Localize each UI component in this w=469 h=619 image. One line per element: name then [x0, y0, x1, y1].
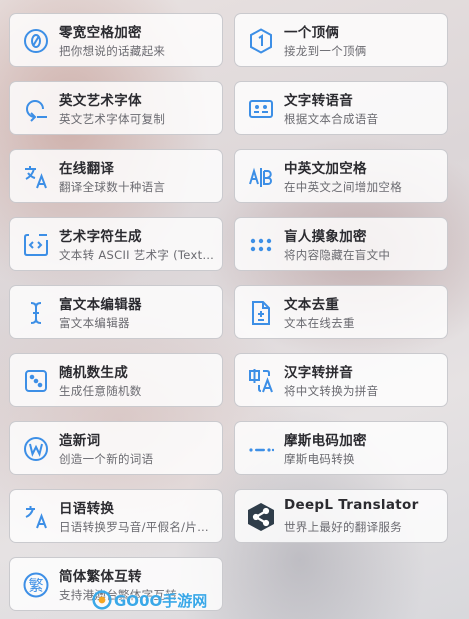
card-desc: 摩斯电码转换 [284, 452, 355, 466]
fan-character-icon: 繁 [23, 572, 49, 598]
card-title: 一个顶俩 [284, 25, 340, 41]
card-desc: 在中英文之间增加空格 [284, 180, 402, 194]
ab-split-icon [248, 164, 274, 190]
card-japanese-convert[interactable]: 日语转换 日语转换罗马音/平假名/片假名 [9, 489, 223, 543]
watermark-text: GO0O手游网 [114, 591, 208, 610]
deepl-logo-icon [248, 503, 274, 531]
card-title: 随机数生成 [59, 365, 128, 381]
card-title: 盲人摸象加密 [284, 229, 367, 245]
card-desc: 世界上最好的翻译服务 [284, 520, 402, 534]
card-deepl-translator[interactable]: DeepL Translator 世界上最好的翻译服务 [234, 489, 448, 543]
card-title: 英文艺术字体 [59, 93, 142, 109]
watermark-logo-icon [92, 590, 112, 610]
chinese-letter-icon [248, 368, 274, 394]
card-title: 日语转换 [59, 501, 115, 517]
card-braille-encrypt[interactable]: 盲人摸象加密 将内容隐藏在盲文中 [234, 217, 448, 271]
card-hanzi-to-pinyin[interactable]: 汉字转拼音 将中文转换为拼音 [234, 353, 448, 407]
card-desc: 把你想说的话藏起来 [59, 44, 166, 58]
card-title: 富文本编辑器 [59, 297, 142, 313]
card-title: 摩斯电码加密 [284, 433, 367, 449]
card-online-translate[interactable]: 在线翻译 翻译全球数十种语言 [9, 149, 223, 203]
card-english-art-font[interactable]: 英文艺术字体 英文艺术字体可复制 [9, 81, 223, 135]
card-desc: 创造一个新的词语 [59, 452, 154, 466]
card-title: 简体繁体互转 [59, 569, 142, 585]
card-title: 文字转语音 [284, 93, 353, 109]
translate-icon [23, 164, 49, 190]
card-coin-word[interactable]: 造新词 创造一个新的词语 [9, 421, 223, 475]
card-text-to-speech[interactable]: 文字转语音 根据文本合成语音 [234, 81, 448, 135]
card-random-number[interactable]: 随机数生成 生成任意随机数 [9, 353, 223, 407]
card-desc: 日语转换罗马音/平假名/片假名 [59, 520, 214, 534]
card-rich-text-editor[interactable]: 富文本编辑器 富文本编辑器 [9, 285, 223, 339]
card-title: 在线翻译 [59, 161, 115, 177]
code-box-icon [23, 232, 49, 258]
tool-grid: 零宽空格加密 把你想说的话藏起来 一个顶俩 接龙到一个顶俩 英文艺术字体 英文艺… [0, 0, 469, 619]
card-morse-encrypt[interactable]: 摩斯电码加密 摩斯电码转换 [234, 421, 448, 475]
card-desc: 将中文转换为拼音 [284, 384, 379, 398]
morse-dash-icon [248, 436, 274, 462]
card-desc: 英文艺术字体可复制 [59, 112, 166, 126]
card-desc: 根据文本合成语音 [284, 112, 379, 126]
card-desc: 接龙到一个顶俩 [284, 44, 367, 58]
file-plus-minus-icon [248, 300, 274, 326]
card-desc: 文本在线去重 [284, 316, 355, 330]
card-one-top-two[interactable]: 一个顶俩 接龙到一个顶俩 [234, 13, 448, 67]
card-cn-en-spacing[interactable]: 中英文加空格 在中英文之间增加空格 [234, 149, 448, 203]
hexagon-one-icon [248, 28, 274, 54]
card-desc: 文本转 ASCII 艺术字 (Text ASCII Art) [59, 248, 214, 262]
card-ascii-art[interactable]: 艺术字符生成 文本转 ASCII 艺术字 (Text ASCII Art) [9, 217, 223, 271]
card-text-dedupe[interactable]: 文本去重 文本在线去重 [234, 285, 448, 339]
fan-glyph: 繁 [28, 577, 43, 595]
card-title: 文本去重 [284, 297, 340, 313]
w-circle-icon [23, 436, 49, 462]
card-desc: 生成任意随机数 [59, 384, 142, 398]
card-title: 中英文加空格 [284, 161, 367, 177]
zero-slash-icon [23, 28, 49, 54]
braille-dots-icon [248, 232, 274, 258]
subtitles-icon [248, 96, 274, 122]
card-desc: 将内容隐藏在盲文中 [284, 248, 391, 262]
japanese-translate-icon [23, 504, 49, 530]
rotate-arrow-icon [23, 96, 49, 122]
card-title: 造新词 [59, 433, 101, 449]
card-title: 汉字转拼音 [284, 365, 353, 381]
card-title: 艺术字符生成 [59, 229, 142, 245]
card-desc: 翻译全球数十种语言 [59, 180, 166, 194]
card-desc: 富文本编辑器 [59, 316, 130, 330]
site-watermark: GO0O手游网 [92, 588, 207, 612]
text-cursor-icon [23, 300, 49, 326]
card-title: DeepL Translator [284, 497, 419, 513]
dice-icon [23, 368, 49, 394]
card-title: 零宽空格加密 [59, 25, 142, 41]
card-zero-width-encrypt[interactable]: 零宽空格加密 把你想说的话藏起来 [9, 13, 223, 67]
